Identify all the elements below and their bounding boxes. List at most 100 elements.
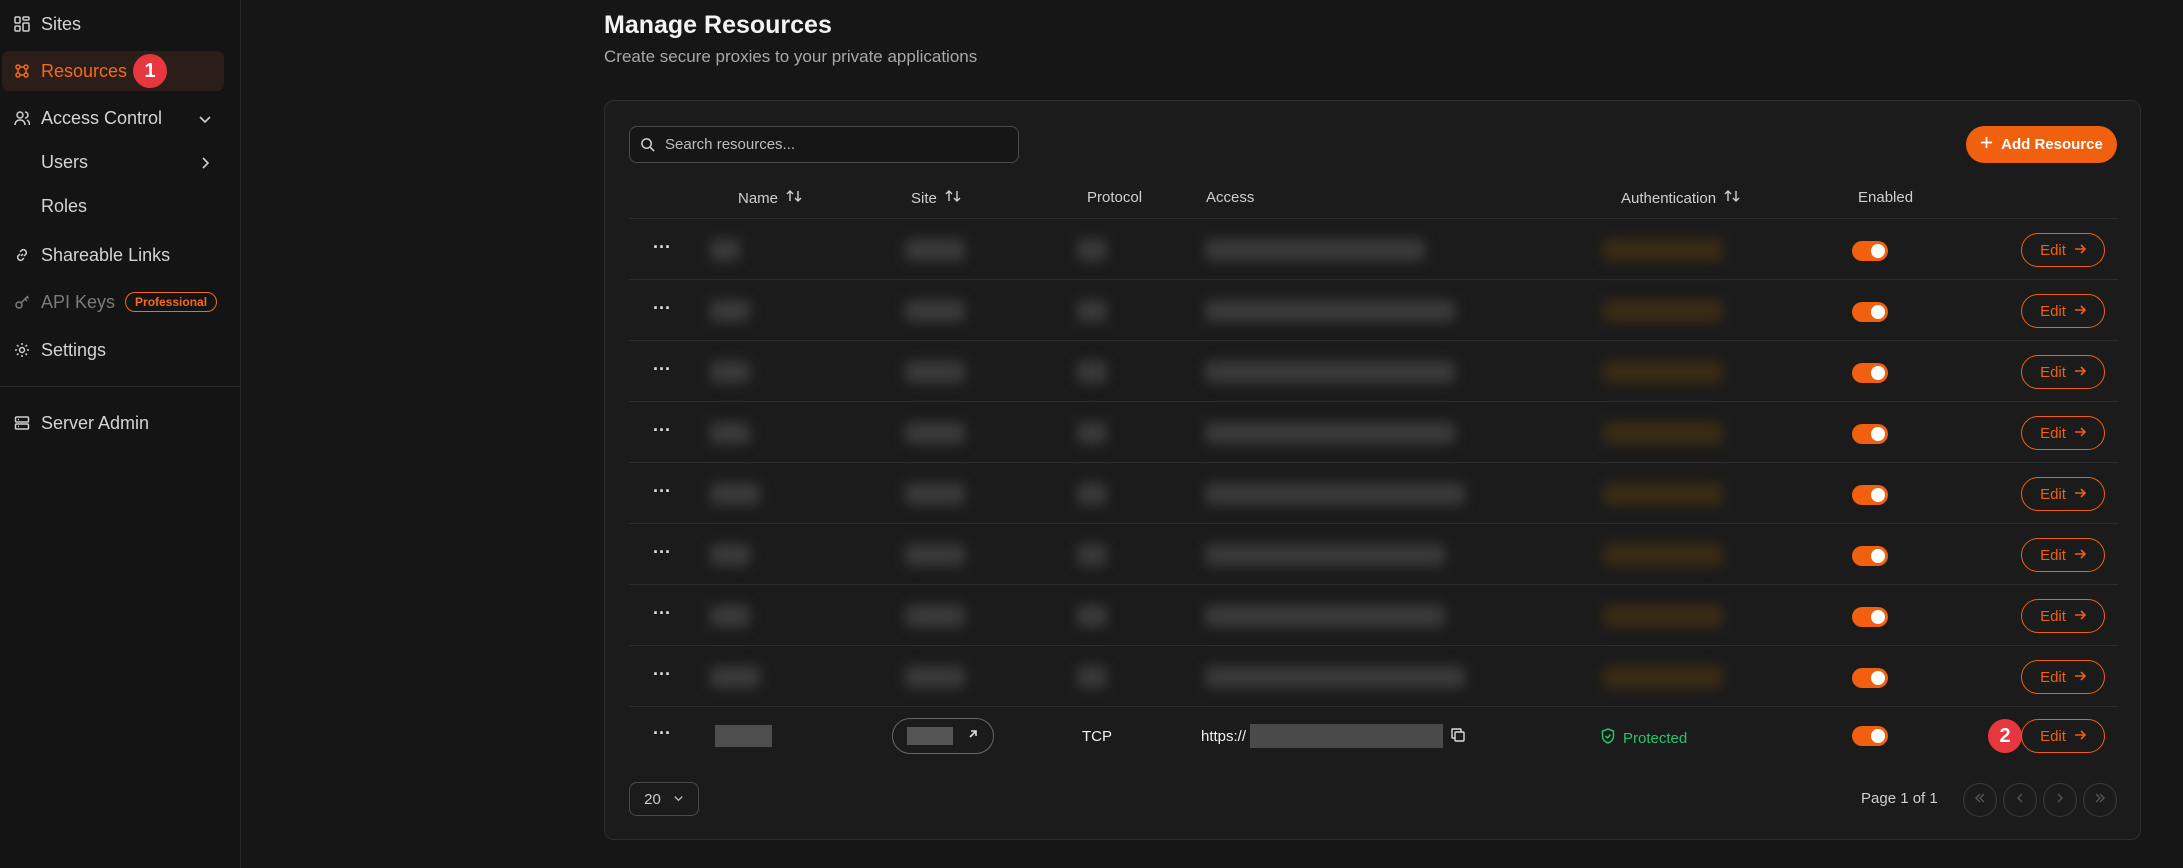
sidebar-item-sites[interactable]: Sites [2, 4, 224, 44]
sites-icon [12, 14, 32, 34]
blurred-site [905, 483, 965, 505]
sidebar-item-label: Resources [41, 60, 128, 81]
row-divider [629, 462, 2118, 463]
blurred-protocol [1077, 483, 1107, 505]
edit-label: Edit [2040, 727, 2066, 745]
row-actions-menu[interactable]: ··· [653, 723, 671, 744]
enabled-toggle[interactable] [1852, 726, 1888, 746]
shield-check-icon [1601, 728, 1615, 748]
blurred-name [710, 666, 760, 688]
blurred-name [710, 300, 750, 322]
chevron-left-icon [2014, 791, 2026, 809]
row-actions-menu[interactable]: ··· [653, 603, 671, 624]
column-label: Authentication [1621, 189, 1717, 207]
blurred-authentication [1603, 544, 1723, 566]
sidebar-item-server-admin[interactable]: Server Admin [2, 403, 224, 443]
edit-button[interactable]: Edit [2021, 416, 2105, 450]
chevron-right-icon [198, 154, 212, 175]
row-actions-menu[interactable]: ··· [653, 420, 671, 441]
sidebar-item-resources[interactable]: Resources 1 [2, 51, 224, 91]
annotation-badge-2: 2 [1988, 719, 2022, 753]
sidebar-item-users[interactable]: Users [30, 142, 224, 182]
search-box[interactable] [629, 126, 1019, 163]
arrow-right-icon [2074, 669, 2087, 686]
prev-page-button[interactable] [2003, 783, 2037, 817]
edit-button[interactable]: Edit [2021, 599, 2105, 633]
sidebar-item-shareable-links[interactable]: Shareable Links [2, 235, 224, 275]
blurred-protocol [1077, 361, 1107, 383]
enabled-toggle[interactable] [1852, 302, 1888, 322]
arrow-right-icon [2074, 547, 2087, 564]
blurred-access [1205, 605, 1445, 627]
edit-button[interactable]: Edit [2021, 477, 2105, 511]
blurred-name [710, 422, 750, 444]
first-page-button[interactable] [1963, 783, 1997, 817]
blurred-access [1205, 544, 1445, 566]
edit-label: Edit [2040, 302, 2066, 320]
enabled-toggle[interactable] [1852, 668, 1888, 688]
blurred-site [905, 300, 965, 322]
copy-icon[interactable] [1450, 727, 1466, 748]
sidebar-item-api-keys[interactable]: API Keys Professional [2, 282, 224, 322]
sort-icon [1724, 189, 1740, 207]
edit-button[interactable]: Edit [2021, 233, 2105, 267]
auth-status-protected: Protected [1601, 728, 1687, 748]
enabled-toggle[interactable] [1852, 607, 1888, 627]
edit-label: Edit [2040, 241, 2066, 259]
row-actions-menu[interactable]: ··· [653, 237, 671, 258]
row-divider [629, 645, 2118, 646]
search-input[interactable] [665, 136, 1005, 153]
column-header-name[interactable]: Name [738, 189, 802, 207]
enabled-toggle[interactable] [1852, 363, 1888, 383]
site-link-pill[interactable] [892, 718, 994, 754]
add-resource-button[interactable]: Add Resource [1966, 126, 2117, 163]
row-divider [629, 340, 2118, 341]
sidebar-item-access-control[interactable]: Access Control [2, 98, 224, 138]
edit-button[interactable]: Edit [2021, 294, 2105, 328]
sidebar-item-label: API Keys [41, 291, 116, 312]
last-page-button[interactable] [2083, 783, 2117, 817]
enabled-toggle[interactable] [1852, 546, 1888, 566]
redacted-name [715, 725, 772, 747]
blurred-authentication [1603, 483, 1723, 505]
chevrons-left-icon [1974, 791, 1986, 809]
sidebar-item-label: Sites [41, 13, 82, 34]
blurred-access [1205, 422, 1455, 444]
edit-label: Edit [2040, 607, 2066, 625]
edit-label: Edit [2040, 363, 2066, 381]
enabled-toggle[interactable] [1852, 485, 1888, 505]
link-icon [12, 245, 32, 265]
blurred-protocol [1077, 300, 1107, 322]
sidebar-item-settings[interactable]: Settings [2, 330, 224, 370]
blurred-protocol [1077, 544, 1107, 566]
blurred-site [905, 239, 965, 261]
blurred-authentication [1603, 239, 1723, 261]
column-label: Site [911, 189, 937, 207]
blurred-protocol [1077, 422, 1107, 444]
edit-button[interactable]: Edit [2021, 719, 2105, 753]
edit-button[interactable]: Edit [2021, 355, 2105, 389]
row-actions-menu[interactable]: ··· [653, 542, 671, 563]
add-resource-label: Add Resource [2001, 136, 2103, 153]
column-header-site[interactable]: Site [911, 189, 961, 207]
sidebar-item-label: Server Admin [41, 412, 150, 433]
edit-button[interactable]: Edit [2021, 538, 2105, 572]
row-actions-menu[interactable]: ··· [653, 664, 671, 685]
blurred-name [710, 605, 750, 627]
row-actions-menu[interactable]: ··· [653, 481, 671, 502]
page-title: Manage Resources [604, 11, 832, 39]
page-size-select[interactable]: 20 [629, 782, 699, 816]
row-actions-menu[interactable]: ··· [653, 298, 671, 319]
sidebar-item-roles[interactable]: Roles [30, 186, 224, 226]
enabled-toggle[interactable] [1852, 424, 1888, 444]
blurred-site [905, 544, 965, 566]
chevrons-right-icon [2094, 791, 2106, 809]
column-header-authentication[interactable]: Authentication [1621, 189, 1740, 207]
edit-button[interactable]: Edit [2021, 660, 2105, 694]
blurred-authentication [1603, 361, 1723, 383]
next-page-button[interactable] [2043, 783, 2077, 817]
edit-label: Edit [2040, 668, 2066, 686]
row-actions-menu[interactable]: ··· [653, 359, 671, 380]
enabled-toggle[interactable] [1852, 241, 1888, 261]
edit-label: Edit [2040, 424, 2066, 442]
